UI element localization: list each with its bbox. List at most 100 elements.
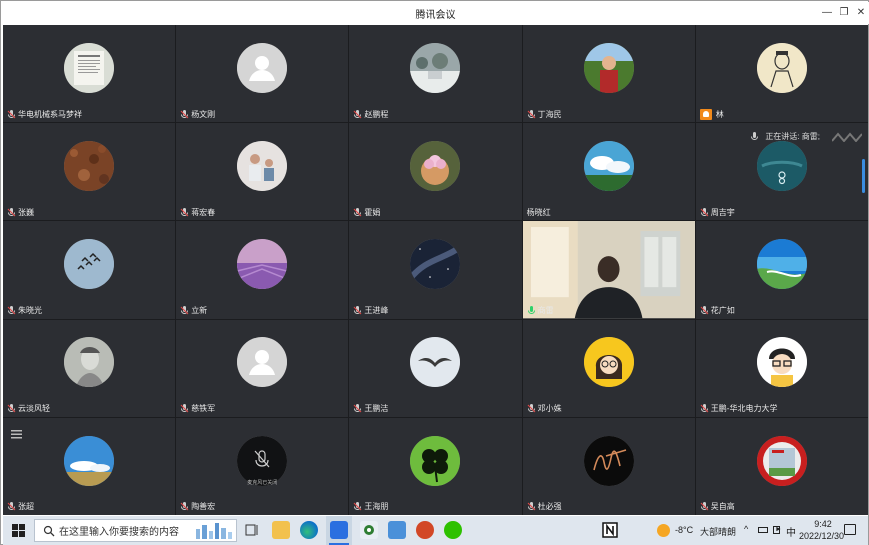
mic-muted-icon <box>527 502 535 511</box>
app-icon[interactable] <box>388 521 406 539</box>
mic-muted-icon <box>354 306 362 315</box>
powerpoint-icon[interactable] <box>416 521 434 539</box>
mic-muted-icon <box>180 109 189 119</box>
host-badge-icon <box>699 108 712 120</box>
participant-name: 王海朋 <box>364 502 389 512</box>
participant-avatar <box>583 140 634 191</box>
start-button[interactable] <box>12 524 25 537</box>
participant-name: 吴自高 <box>710 502 735 512</box>
weather-icon[interactable] <box>657 524 670 537</box>
participant-tile[interactable]: 王海朋 <box>349 417 522 515</box>
minimize-button[interactable]: — <box>818 4 836 20</box>
scroll-indicator[interactable] <box>862 159 865 193</box>
participant-avatar <box>410 140 461 191</box>
participant-avatar <box>64 140 115 191</box>
participant-tile[interactable]: 麦克风已关闭 陶善宏 <box>176 417 349 515</box>
participant-tile[interactable]: 蒋宏春 <box>176 123 349 221</box>
participant-avatar <box>64 337 115 388</box>
participant-tile[interactable]: 赵鹏程 <box>349 25 522 123</box>
participant-grid: 华电机械系马梦祥 杨文刚 赵鹏程 丁海民 林张巍 蒋宏春 霍娟 杨晓红 正在讲话: 商雷; 周吉宇… <box>3 25 868 515</box>
speaking-label: 正在讲话: 商雷; <box>765 132 820 142</box>
participant-name: 林 <box>715 109 724 119</box>
participant-name: 邓小姝 <box>537 404 562 414</box>
participant-tile[interactable]: 正在讲话: 商雷; 周吉宇 <box>695 123 868 221</box>
mic-muted-icon <box>7 306 16 315</box>
tencent-meeting-taskbar-active[interactable] <box>326 516 352 545</box>
participant-avatar <box>410 435 461 486</box>
participant-tile[interactable]: 立新 <box>176 221 349 319</box>
participant-tile[interactable]: 杨文刚 <box>176 25 349 123</box>
app-window: 腾讯会议 — ❐ ✕ 华电机械系马梦祥 杨文刚 赵鹏程 丁海民 林张巍 蒋宏春 霍娟 杨晓红 正… <box>0 0 869 545</box>
participant-name-tag: 周吉宇 <box>700 206 735 218</box>
meeting-icon <box>330 521 348 539</box>
participant-name: 立新 <box>191 306 208 316</box>
participant-tile[interactable]: 张超 <box>3 417 176 515</box>
mic-muted-icon <box>7 502 16 511</box>
participant-name: 王进峰 <box>364 306 389 316</box>
mic-muted-icon <box>180 502 189 511</box>
participant-tile[interactable]: 商雷 <box>522 221 695 319</box>
participant-avatar <box>64 239 115 290</box>
participant-avatar <box>64 435 115 486</box>
mic-muted-icon <box>7 404 16 413</box>
volume-icon[interactable]: ► <box>775 526 782 533</box>
participant-tile[interactable]: 林 <box>695 25 868 123</box>
participant-tile[interactable]: 王鹏洁 <box>349 319 522 417</box>
participant-tile[interactable]: 杨晓红 <box>522 123 695 221</box>
list-menu-icon[interactable] <box>11 426 22 439</box>
participant-tile[interactable]: 丁海民 <box>522 25 695 123</box>
participant-name: 杨晓红 <box>526 207 551 217</box>
file-explorer-icon[interactable] <box>272 521 290 539</box>
battery-icon[interactable] <box>758 527 768 533</box>
participant-avatar <box>583 337 634 388</box>
search-icon <box>43 525 55 536</box>
participant-avatar <box>756 239 807 290</box>
participant-avatar <box>583 42 634 93</box>
participant-tile[interactable]: 云淡风轻 <box>3 319 176 417</box>
participant-tile[interactable]: 杜必强 <box>522 417 695 515</box>
speaking-indicator: 正在讲话: 商雷; <box>750 131 862 142</box>
participant-tile[interactable]: 慈铁军 <box>176 319 349 417</box>
weather-text[interactable]: 大部晴朗 <box>700 525 736 538</box>
ime-indicator[interactable]: 中 <box>786 524 796 539</box>
participant-tile[interactable]: 霍娟 <box>349 123 522 221</box>
weather-temp[interactable]: -8°C <box>675 525 693 535</box>
participant-tile[interactable]: 张巍 <box>3 123 176 221</box>
mic-muted-icon <box>354 502 362 511</box>
wechat-icon[interactable] <box>444 521 462 539</box>
mic-muted-icon <box>180 306 189 315</box>
clock-time[interactable]: 9:42 <box>806 519 840 529</box>
mic-active-icon <box>527 306 535 315</box>
participant-avatar <box>410 42 461 93</box>
mic-muted-icon <box>180 207 189 217</box>
participant-tile[interactable]: 王鹏-华北电力大学 <box>695 319 868 417</box>
participant-name-tag: 王鹏洁 <box>353 403 388 415</box>
restore-button[interactable]: ❐ <box>835 4 853 20</box>
participant-tile[interactable]: 吴自高 <box>695 417 868 515</box>
participant-avatar <box>237 42 288 93</box>
participant-name-tag: 云淡风轻 <box>7 403 50 415</box>
participant-tile[interactable]: 王进峰 <box>349 221 522 319</box>
participant-tile[interactable]: 花广如 <box>695 221 868 319</box>
taskbar-search[interactable]: 在这里输入你要搜索的内容 <box>34 519 237 542</box>
participant-tile[interactable]: 朱晓光 <box>3 221 176 319</box>
mic-muted-icon <box>527 109 535 119</box>
mic-muted-icon <box>700 306 709 315</box>
participant-tile[interactable]: 华电机械系马梦祥 <box>3 25 176 123</box>
participant-tile[interactable]: 邓小姝 <box>522 319 695 417</box>
close-button[interactable]: ✕ <box>852 4 869 20</box>
gear-flower-icon[interactable] <box>360 521 378 539</box>
participant-avatar <box>756 435 807 486</box>
task-view-icon[interactable] <box>243 521 261 539</box>
participant-name: 陶善宏 <box>191 502 216 512</box>
participant-name: 杨文刚 <box>191 109 216 119</box>
notion-icon[interactable] <box>601 521 619 539</box>
participant-name-tag: 霍娟 <box>353 206 380 218</box>
edge-icon[interactable] <box>300 521 318 539</box>
clock-date[interactable]: 2022/12/30 <box>799 531 844 541</box>
chevron-up-icon[interactable]: ^ <box>744 524 748 534</box>
participant-name-tag: 王鹏-华北电力大学 <box>700 403 777 415</box>
participant-name-tag: 丁海民 <box>527 108 562 120</box>
title-bar: 腾讯会议 — ❐ ✕ <box>2 2 869 24</box>
notification-icon[interactable] <box>844 524 856 535</box>
